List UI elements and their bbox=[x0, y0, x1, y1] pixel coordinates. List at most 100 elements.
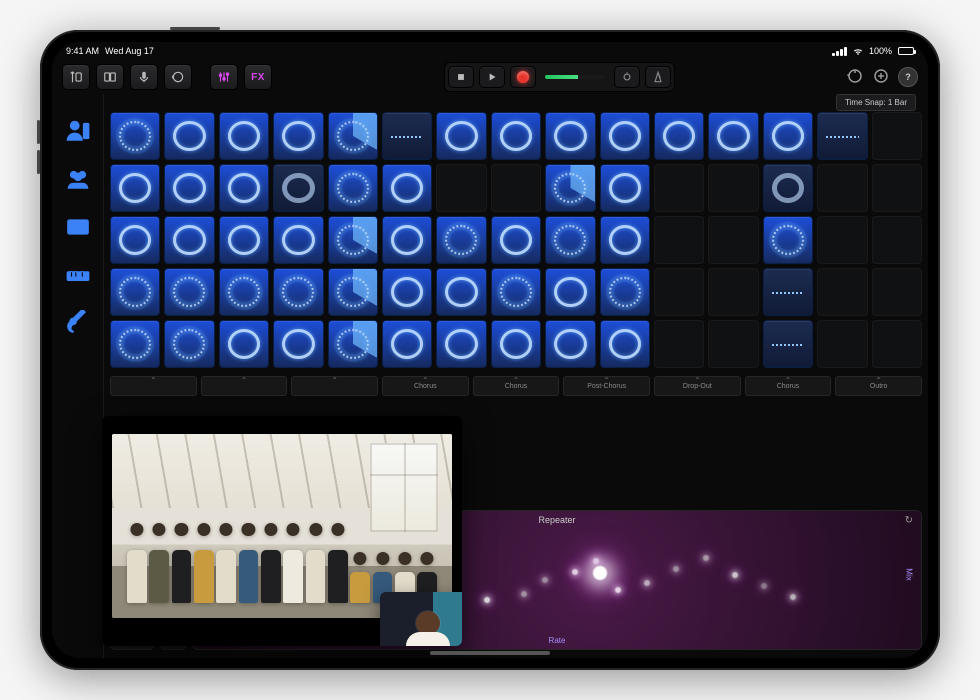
settings-button[interactable] bbox=[62, 64, 90, 90]
loop-cell[interactable] bbox=[382, 268, 432, 316]
loop-cell[interactable] bbox=[600, 320, 650, 368]
loop-cell[interactable] bbox=[273, 112, 323, 160]
loop-cell[interactable] bbox=[328, 216, 378, 264]
loop-cell[interactable] bbox=[164, 216, 214, 264]
loop-cell[interactable] bbox=[708, 164, 758, 212]
section-marker[interactable]: Drop-Out bbox=[654, 376, 741, 396]
loop-cell[interactable] bbox=[708, 112, 758, 160]
loop-cell[interactable] bbox=[328, 320, 378, 368]
loop-cell[interactable] bbox=[545, 112, 595, 160]
loop-cell[interactable] bbox=[872, 164, 922, 212]
loop-cell[interactable] bbox=[872, 320, 922, 368]
loop-cell[interactable] bbox=[817, 112, 867, 160]
loop-cell[interactable] bbox=[491, 216, 541, 264]
loop-cell[interactable] bbox=[219, 216, 269, 264]
section-marker[interactable]: Chorus bbox=[473, 376, 560, 396]
loop-cell[interactable] bbox=[600, 268, 650, 316]
loop-cell[interactable] bbox=[164, 320, 214, 368]
loop-cell[interactable] bbox=[654, 268, 704, 316]
loop-cell[interactable] bbox=[763, 112, 813, 160]
pip-facetime-thumbnail[interactable] bbox=[380, 592, 462, 646]
loop-cell[interactable] bbox=[382, 216, 432, 264]
loop-cell[interactable] bbox=[110, 164, 160, 212]
loop-cell[interactable] bbox=[382, 164, 432, 212]
loop-cell[interactable] bbox=[817, 216, 867, 264]
loop-cell[interactable] bbox=[817, 320, 867, 368]
section-marker[interactable] bbox=[201, 376, 288, 396]
record-button[interactable] bbox=[510, 66, 536, 88]
loop-cell[interactable] bbox=[817, 164, 867, 212]
loop-library-icon[interactable] bbox=[846, 67, 864, 87]
loop-cell[interactable] bbox=[872, 216, 922, 264]
metronome-button[interactable] bbox=[645, 66, 671, 88]
loop-cell[interactable] bbox=[491, 320, 541, 368]
mixer-icon[interactable] bbox=[872, 67, 890, 87]
loop-cell[interactable] bbox=[491, 112, 541, 160]
sliders-button[interactable] bbox=[210, 64, 238, 90]
tracks-view-button[interactable] bbox=[96, 64, 124, 90]
loop-cell[interactable] bbox=[219, 320, 269, 368]
section-marker[interactable]: Outro bbox=[835, 376, 922, 396]
loop-cell[interactable] bbox=[382, 320, 432, 368]
loop-cell[interactable] bbox=[273, 268, 323, 316]
loop-cell[interactable] bbox=[545, 320, 595, 368]
loop-cell[interactable] bbox=[708, 320, 758, 368]
loop-cell[interactable] bbox=[436, 112, 486, 160]
loop-cell[interactable] bbox=[219, 164, 269, 212]
loop-cell[interactable] bbox=[545, 164, 595, 212]
loop-cell[interactable] bbox=[110, 216, 160, 264]
loop-cell[interactable] bbox=[328, 268, 378, 316]
guitar-icon[interactable] bbox=[61, 306, 95, 340]
mic-button[interactable] bbox=[130, 64, 158, 90]
loop-cell[interactable] bbox=[491, 164, 541, 212]
loop-cell[interactable] bbox=[436, 164, 486, 212]
loop-cell[interactable] bbox=[436, 320, 486, 368]
section-marker[interactable]: Chorus bbox=[382, 376, 469, 396]
home-indicator[interactable] bbox=[430, 651, 550, 655]
section-marker[interactable]: Post-Chorus bbox=[563, 376, 650, 396]
loop-cell[interactable] bbox=[110, 320, 160, 368]
loop-cell[interactable] bbox=[708, 216, 758, 264]
section-marker[interactable] bbox=[110, 376, 197, 396]
loop-cell[interactable] bbox=[219, 112, 269, 160]
loop-cell[interactable] bbox=[600, 164, 650, 212]
loop-cell[interactable] bbox=[654, 112, 704, 160]
keyboard-icon[interactable] bbox=[61, 258, 95, 292]
loop-cell[interactable] bbox=[219, 268, 269, 316]
user-track-icon[interactable] bbox=[61, 114, 95, 148]
loop-cell[interactable] bbox=[763, 320, 813, 368]
loop-cell[interactable] bbox=[763, 164, 813, 212]
loop-cell[interactable] bbox=[110, 112, 160, 160]
loop-cell[interactable] bbox=[164, 164, 214, 212]
loop-cell[interactable] bbox=[600, 112, 650, 160]
loop-cell[interactable] bbox=[708, 268, 758, 316]
pip-video-overlay[interactable] bbox=[102, 416, 462, 646]
help-button[interactable]: ? bbox=[898, 67, 918, 87]
loop-cell[interactable] bbox=[273, 164, 323, 212]
loop-cell[interactable] bbox=[763, 216, 813, 264]
loop-cell[interactable] bbox=[436, 268, 486, 316]
stop-button[interactable] bbox=[448, 66, 474, 88]
play-button[interactable] bbox=[479, 66, 505, 88]
loop-cell[interactable] bbox=[273, 320, 323, 368]
loop-cell[interactable] bbox=[328, 112, 378, 160]
loop-cell[interactable] bbox=[273, 216, 323, 264]
loop-cell[interactable] bbox=[545, 216, 595, 264]
loop-cell[interactable] bbox=[817, 268, 867, 316]
loop-cell[interactable] bbox=[436, 216, 486, 264]
loop-cell[interactable] bbox=[654, 164, 704, 212]
loop-cell[interactable] bbox=[164, 112, 214, 160]
loop-cell[interactable] bbox=[164, 268, 214, 316]
loop-cell[interactable] bbox=[382, 112, 432, 160]
loop-cell[interactable] bbox=[545, 268, 595, 316]
group-track-icon[interactable] bbox=[61, 162, 95, 196]
fx-button[interactable]: FX bbox=[244, 64, 272, 90]
loop-cell[interactable] bbox=[600, 216, 650, 264]
loop-browser-button[interactable] bbox=[164, 64, 192, 90]
loop-cell[interactable] bbox=[763, 268, 813, 316]
loop-cell[interactable] bbox=[872, 112, 922, 160]
live-loops-grid[interactable] bbox=[110, 112, 922, 368]
loop-cell[interactable] bbox=[491, 268, 541, 316]
section-marker[interactable]: Chorus bbox=[745, 376, 832, 396]
section-marker[interactable] bbox=[291, 376, 378, 396]
